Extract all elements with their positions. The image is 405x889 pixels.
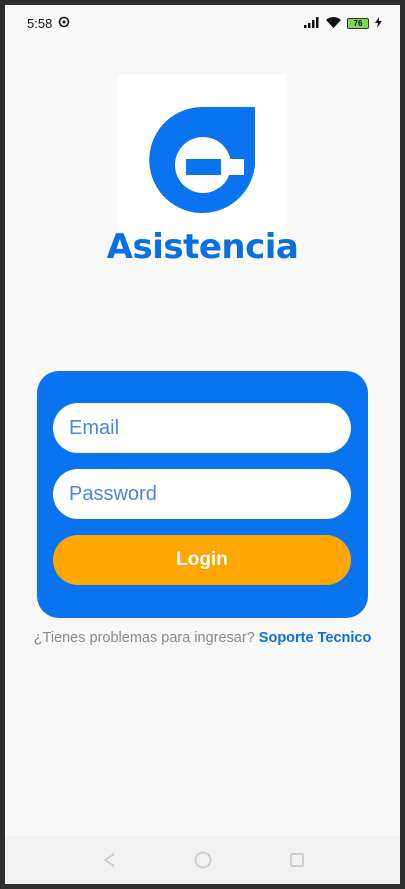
support-row: ¿Tienes problemas para ingresar? Soporte… bbox=[5, 630, 400, 646]
status-left: 5:58 bbox=[27, 16, 70, 31]
system-nav-bar bbox=[5, 836, 400, 884]
brand-name: Asistencia bbox=[106, 227, 299, 267]
back-icon[interactable] bbox=[97, 848, 121, 872]
wifi-icon bbox=[326, 16, 341, 31]
support-prompt: ¿Tienes problemas para ingresar? bbox=[33, 630, 255, 646]
status-right: 76 bbox=[304, 16, 382, 31]
app-logo bbox=[118, 75, 286, 243]
signal-icon bbox=[304, 16, 320, 31]
g-logo-icon bbox=[149, 106, 255, 213]
status-time: 5:58 bbox=[27, 15, 53, 31]
battery-level: 76 bbox=[353, 18, 363, 28]
battery-icon: 76 bbox=[347, 17, 369, 29]
password-input[interactable] bbox=[53, 469, 351, 519]
recents-icon[interactable] bbox=[285, 848, 309, 872]
charging-icon bbox=[375, 16, 382, 31]
sync-icon bbox=[58, 16, 70, 31]
login-button[interactable]: Login bbox=[53, 535, 351, 585]
login-card: Login bbox=[37, 371, 368, 618]
support-link[interactable]: Soporte Tecnico bbox=[259, 630, 372, 646]
home-icon[interactable] bbox=[191, 848, 215, 872]
email-input[interactable] bbox=[53, 403, 351, 453]
status-bar: 5:58 76 bbox=[5, 5, 400, 41]
app-screen: 5:58 76 Asistencia Email Login ¿Tienes p… bbox=[5, 5, 400, 884]
